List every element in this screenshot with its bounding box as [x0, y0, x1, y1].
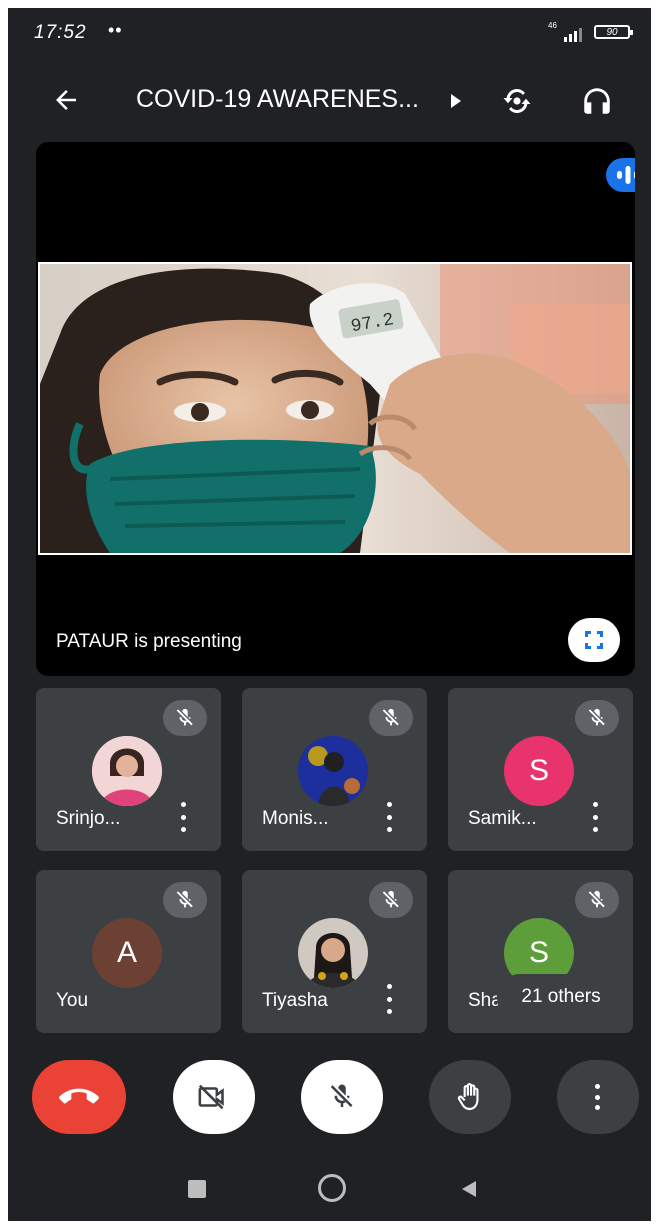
back-nav-button[interactable]: [458, 1178, 482, 1202]
more-options-icon: [595, 1084, 601, 1110]
avatar: A: [92, 918, 162, 988]
arrow-back-icon: [56, 90, 76, 110]
profile-photo: [298, 918, 368, 988]
status-notification-dots: ••: [108, 20, 123, 40]
system-nav-bar: [8, 1168, 651, 1218]
signal-icon: [564, 28, 582, 42]
camera-toggle-button[interactable]: [173, 1060, 255, 1134]
fullscreen-button[interactable]: [568, 618, 620, 662]
battery-level: 90: [606, 27, 618, 38]
network-type: 46: [548, 21, 557, 30]
mic-off-icon: [176, 890, 193, 908]
participant-name: You: [56, 990, 89, 1011]
switch-camera-button[interactable]: [494, 78, 540, 124]
participant-name: Monis...: [262, 808, 329, 829]
battery-icon: 90: [594, 25, 633, 39]
raise-hand-button[interactable]: [429, 1060, 511, 1134]
presentation-image: 97.2: [38, 262, 632, 555]
profile-photo: [92, 736, 162, 806]
profile-photo: [298, 736, 368, 806]
muted-indicator: [163, 700, 207, 736]
mic-off-icon: [382, 890, 399, 908]
participant-tile[interactable]: S Samik...: [448, 688, 633, 851]
back-triangle-icon: [462, 1181, 476, 1197]
status-bar: 17:52 •• 46 90: [8, 8, 651, 58]
mic-off-icon: [588, 708, 605, 726]
muted-indicator: [575, 700, 619, 736]
recents-icon: [188, 1180, 206, 1198]
meeting-title[interactable]: COVID-19 AWARENES...: [136, 85, 419, 114]
participant-name: Tiyasha: [262, 990, 328, 1011]
meeting-details-button[interactable]: [444, 86, 468, 116]
audio-output-button[interactable]: [574, 78, 620, 124]
avatar: S: [504, 736, 574, 806]
status-time: 17:52: [34, 22, 87, 43]
muted-indicator: [369, 700, 413, 736]
headphones-icon: [584, 88, 610, 114]
home-icon: [318, 1174, 346, 1202]
participant-tile[interactable]: Tiyasha: [242, 870, 427, 1033]
participant-menu-button[interactable]: [379, 984, 399, 1014]
avatar: [298, 736, 368, 806]
participant-tile[interactable]: Monis...: [242, 688, 427, 851]
audio-level-icon: [617, 166, 635, 184]
muted-indicator: [163, 882, 207, 918]
avatar: [92, 736, 162, 806]
participant-name: Samik...: [468, 808, 537, 829]
back-button[interactable]: [46, 80, 86, 120]
avatar: [298, 918, 368, 988]
muted-indicator: [369, 882, 413, 918]
recents-button[interactable]: [188, 1180, 208, 1200]
participant-menu-button[interactable]: [585, 802, 605, 832]
end-call-icon: [59, 1088, 99, 1104]
speaking-indicator: [606, 158, 635, 192]
participant-tile[interactable]: S Sha 21 others: [448, 870, 633, 1033]
phone-screen: 17:52 •• 46 90 COVID-19 AWARENES... 97.2…: [8, 8, 651, 1221]
mic-off-icon: [176, 708, 193, 726]
camera-off-icon: [198, 1084, 224, 1110]
fullscreen-icon: [585, 631, 603, 649]
muted-indicator: [575, 882, 619, 918]
caret-right-icon: [451, 94, 461, 108]
mic-off-icon: [382, 708, 399, 726]
masked-woman-thermometer-image: 97.2: [40, 264, 630, 553]
presenter-label: PATAUR is presenting: [56, 631, 242, 652]
others-count-chip[interactable]: 21 others: [497, 974, 625, 1020]
participant-tile[interactable]: Srinjo...: [36, 688, 221, 851]
participant-menu-button[interactable]: [379, 802, 399, 832]
home-button[interactable]: [318, 1174, 350, 1206]
participant-menu-button[interactable]: [173, 802, 193, 832]
presentation-panel[interactable]: 97.2 PATAUR is presenting: [36, 142, 635, 676]
participant-tile[interactable]: A You: [36, 870, 221, 1033]
participant-name: Srinjo...: [56, 808, 121, 829]
mic-toggle-button[interactable]: [301, 1060, 383, 1134]
end-call-button[interactable]: [32, 1060, 126, 1134]
mic-off-icon: [330, 1084, 353, 1107]
switch-camera-icon: [503, 89, 531, 113]
raise-hand-icon: [457, 1083, 479, 1111]
more-options-button[interactable]: [557, 1060, 639, 1134]
mic-off-icon: [588, 890, 605, 908]
